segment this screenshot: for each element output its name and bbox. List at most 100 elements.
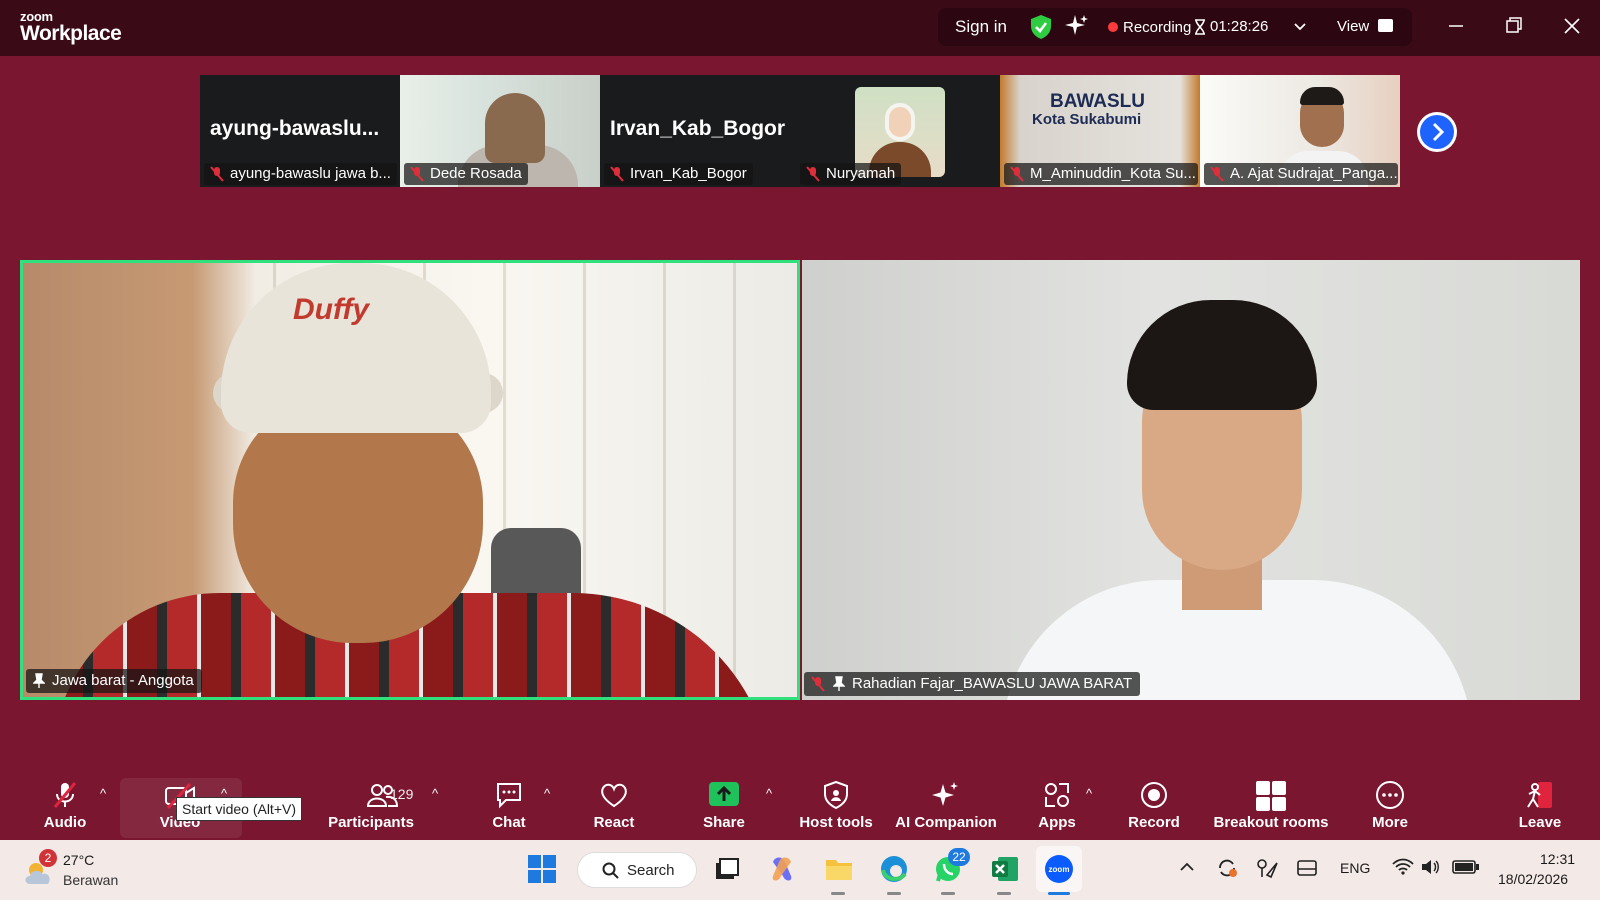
participant-label-text: A. Ajat Sudrajat_Panga... <box>1230 165 1398 182</box>
battery-icon[interactable] <box>1452 860 1480 877</box>
participant-label: Nuryamah <box>800 163 902 185</box>
participant-tile[interactable]: A. Ajat Sudrajat_Panga... <box>1200 75 1400 187</box>
participants-options-caret[interactable]: ^ <box>432 786 438 801</box>
participant-label-text: M_Aminuddin_Kota Su... <box>1030 165 1196 182</box>
sync-icon[interactable] <box>1216 857 1238 882</box>
more-icon <box>1368 780 1412 810</box>
chat-options-caret[interactable]: ^ <box>544 786 550 801</box>
share-label: Share <box>703 814 745 831</box>
next-page-button[interactable] <box>1417 112 1457 152</box>
recording-dot-icon <box>1108 22 1118 32</box>
speaker-video-left[interactable]: Duffy Jawa barat - Anggota <box>20 260 800 700</box>
participants-label: Participants <box>328 814 414 831</box>
chat-label: Chat <box>492 814 526 831</box>
video-feed: Duffy <box>23 263 797 697</box>
participant-label: Jawa barat - Anggota <box>26 669 202 693</box>
timer-icon <box>1194 19 1206 40</box>
host-tools-button[interactable]: Host tools <box>797 776 875 840</box>
chat-button[interactable]: Chat <box>489 776 529 840</box>
running-indicator <box>941 892 955 895</box>
weather-description: Berawan <box>63 872 119 888</box>
running-indicator <box>887 892 901 895</box>
participant-label-text: Irvan_Kab_Bogor <box>630 165 747 182</box>
copilot-icon[interactable] <box>767 854 797 884</box>
mic-muted-icon <box>610 166 624 185</box>
share-options-caret[interactable]: ^ <box>766 786 772 801</box>
breakout-rooms-icon <box>1213 780 1329 811</box>
whatsapp-badge: 22 <box>948 848 970 866</box>
participant-tile[interactable]: BAWASLU Kota Sukabumi M_Aminuddin_Kota S… <box>1000 75 1200 187</box>
clock-time[interactable]: 12:31 <box>1540 851 1575 867</box>
cap-logo-text: Duffy <box>293 293 370 326</box>
clock-date[interactable]: 18/02/2026 <box>1498 871 1568 887</box>
participant-tile[interactable]: Irvan_Kab_Bogor Irvan_Kab_Bogor Nuryamah <box>600 75 1000 187</box>
audio-label: Audio <box>43 814 87 831</box>
close-window-button[interactable] <box>1557 14 1587 38</box>
participant-tile[interactable]: ayung-bawaslu... ayung-bawaslu jawa b... <box>200 75 400 187</box>
breakout-rooms-button[interactable]: Breakout rooms <box>1213 776 1329 840</box>
zoom-app-icon[interactable]: zoom <box>1044 854 1074 884</box>
zoom-workplace-logo: zoom Workplace <box>20 10 122 44</box>
more-label: More <box>1372 814 1408 831</box>
react-label: React <box>593 814 635 831</box>
view-button[interactable]: View <box>1337 18 1369 35</box>
participant-tile[interactable]: Dede Rosada <box>400 75 600 187</box>
minimize-button[interactable] <box>1441 14 1471 38</box>
apps-button[interactable]: Apps <box>1037 776 1077 840</box>
file-explorer-icon[interactable] <box>824 854 854 884</box>
shield-check-icon[interactable] <box>1030 14 1052 45</box>
grid-icon[interactable] <box>1378 19 1393 32</box>
wifi-icon[interactable] <box>1392 858 1414 879</box>
display-icon[interactable] <box>1296 858 1318 881</box>
chevron-down-icon[interactable] <box>1294 20 1306 35</box>
apps-options-caret[interactable]: ^ <box>1086 786 1092 801</box>
react-button[interactable]: React <box>591 776 637 840</box>
sign-in-button[interactable]: Sign in <box>955 17 1007 37</box>
excel-icon[interactable] <box>990 854 1020 884</box>
windows-start-icon[interactable] <box>527 854 557 884</box>
participant-label-text: Nuryamah <box>826 165 896 182</box>
audio-options-caret[interactable]: ^ <box>100 786 106 801</box>
participant-name-placeholder: ayung-bawaslu... <box>210 117 380 140</box>
mic-muted-icon <box>1010 166 1024 185</box>
speaker-video-right[interactable]: Rahadian Fajar_BAWASLU JAWA BARAT <box>802 260 1580 700</box>
volume-icon[interactable] <box>1420 858 1440 879</box>
search-icon <box>602 862 620 885</box>
task-view-icon[interactable] <box>712 854 742 884</box>
heart-icon <box>591 780 637 810</box>
leave-label: Leave <box>1518 814 1562 831</box>
pin-icon <box>832 676 846 696</box>
shield-icon <box>797 780 875 810</box>
video-sign-text: BAWASLU <box>1050 91 1145 112</box>
apps-label: Apps <box>1038 814 1076 831</box>
meeting-timer[interactable]: 01:28:26 <box>1210 18 1268 35</box>
restore-button[interactable] <box>1499 14 1529 38</box>
search-label: Search <box>627 862 675 879</box>
ai-companion-button[interactable]: AI Companion <box>895 776 997 840</box>
apps-icon <box>1037 780 1077 810</box>
sparkle-icon[interactable] <box>1064 13 1090 44</box>
more-button[interactable]: More <box>1368 776 1412 840</box>
record-label: Record <box>1128 814 1180 831</box>
leave-button[interactable]: Leave <box>1518 776 1562 840</box>
recording-status[interactable]: Recording <box>1123 19 1191 36</box>
weather-badge: 2 <box>39 849 57 867</box>
participant-label-text: ayung-bawaslu jawa b... <box>230 165 391 182</box>
show-hidden-icons-button[interactable] <box>1179 860 1195 877</box>
taskbar-search[interactable]: Search <box>577 852 697 888</box>
sparkle-icon <box>895 780 997 810</box>
participant-label: A. Ajat Sudrajat_Panga... <box>1204 163 1398 185</box>
leave-icon <box>1518 780 1562 810</box>
participant-name-placeholder: Irvan_Kab_Bogor <box>610 117 786 140</box>
share-button[interactable]: Share <box>702 776 746 840</box>
participant-label: ayung-bawaslu jawa b... <box>204 163 397 185</box>
location-icon[interactable] <box>1255 857 1279 882</box>
mic-muted-icon <box>811 676 825 696</box>
svg-text:zoom: zoom <box>1049 865 1070 874</box>
record-button[interactable]: Record <box>1126 776 1182 840</box>
mic-muted-icon <box>410 166 424 185</box>
audio-button[interactable]: Audio <box>40 776 90 840</box>
weather-temperature: 27°C <box>63 852 95 868</box>
edge-browser-icon[interactable] <box>879 854 909 884</box>
language-indicator[interactable]: ENG <box>1340 860 1370 876</box>
